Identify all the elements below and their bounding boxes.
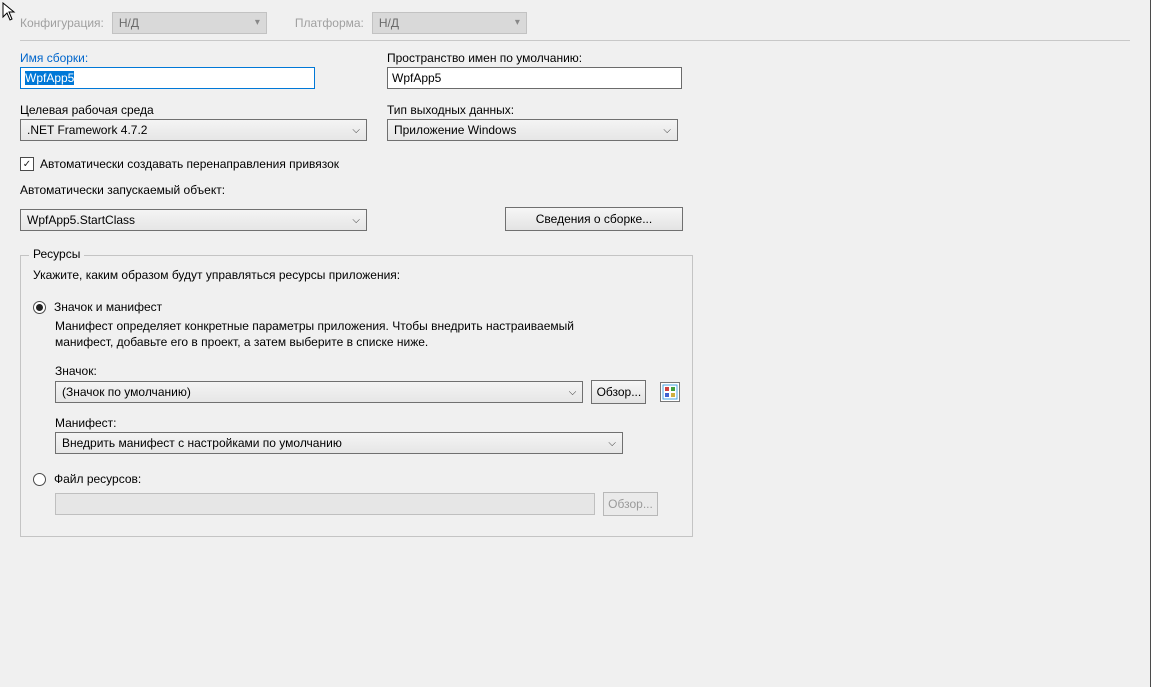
icon-preview bbox=[660, 382, 680, 402]
resource-file-input bbox=[55, 493, 595, 515]
auto-binding-redirects-checkbox[interactable]: ✓ bbox=[20, 157, 34, 171]
icon-manifest-radio[interactable] bbox=[33, 301, 46, 314]
startup-object-label: Автоматически запускаемый объект: bbox=[20, 183, 1130, 197]
chevron-down-icon: ⌵ bbox=[352, 215, 360, 226]
manifest-value: Внедрить манифест с настройками по умолч… bbox=[62, 436, 342, 450]
icon-select[interactable]: (Значок по умолчанию) ⌵ bbox=[55, 381, 583, 403]
assembly-name-label: Имя сборки: bbox=[20, 51, 365, 65]
startup-object-select[interactable]: WpfApp5.StartClass ⌵ bbox=[20, 209, 367, 231]
chevron-down-icon: ⌵ bbox=[352, 125, 360, 136]
app-icon bbox=[662, 384, 678, 400]
chevron-down-icon: ⌵ bbox=[663, 125, 671, 136]
assembly-name-value: WpfApp5 bbox=[25, 71, 74, 85]
assembly-info-button[interactable]: Сведения о сборке... bbox=[505, 207, 683, 231]
icon-manifest-description: Манифест определяет конкретные параметры… bbox=[55, 318, 595, 350]
configuration-select[interactable]: Н/Д ▾ bbox=[112, 12, 267, 34]
default-namespace-value: WpfApp5 bbox=[392, 71, 441, 85]
resource-file-radio[interactable] bbox=[33, 473, 46, 486]
configuration-value: Н/Д bbox=[119, 16, 139, 30]
output-type-value: Приложение Windows bbox=[394, 123, 516, 137]
manifest-label: Манифест: bbox=[55, 416, 680, 430]
chevron-down-icon: ▾ bbox=[255, 18, 260, 28]
target-framework-select[interactable]: .NET Framework 4.7.2 ⌵ bbox=[20, 119, 367, 141]
icon-browse-button[interactable]: Обзор... bbox=[591, 380, 646, 404]
resources-fieldset: Ресурсы Укажите, каким образом будут упр… bbox=[20, 255, 693, 537]
target-framework-label: Целевая рабочая среда bbox=[20, 103, 365, 117]
assembly-name-input[interactable]: WpfApp5 bbox=[20, 67, 315, 89]
icon-value: (Значок по умолчанию) bbox=[62, 385, 191, 399]
target-framework-value: .NET Framework 4.7.2 bbox=[27, 123, 147, 137]
divider bbox=[20, 40, 1130, 41]
platform-label: Платформа: bbox=[295, 16, 364, 30]
chevron-down-icon: ⌵ bbox=[608, 438, 616, 449]
icon-manifest-radio-label: Значок и манифест bbox=[54, 300, 162, 314]
output-type-label: Тип выходных данных: bbox=[387, 103, 697, 117]
output-type-select[interactable]: Приложение Windows ⌵ bbox=[387, 119, 678, 141]
default-namespace-label: Пространство имен по умолчанию: bbox=[387, 51, 697, 65]
auto-binding-redirects-label: Автоматически создавать перенаправления … bbox=[40, 157, 339, 171]
platform-select[interactable]: Н/Д ▾ bbox=[372, 12, 527, 34]
chevron-down-icon: ⌵ bbox=[569, 387, 577, 398]
config-platform-row: Конфигурация: Н/Д ▾ Платформа: Н/Д ▾ bbox=[20, 12, 1130, 34]
icon-label: Значок: bbox=[55, 364, 680, 378]
resource-file-browse-button: Обзор... bbox=[603, 492, 658, 516]
resources-legend: Ресурсы bbox=[29, 247, 84, 261]
configuration-label: Конфигурация: bbox=[20, 16, 104, 30]
resources-intro: Укажите, каким образом будут управляться… bbox=[33, 268, 680, 282]
chevron-down-icon: ▾ bbox=[515, 18, 520, 28]
manifest-select[interactable]: Внедрить манифест с настройками по умолч… bbox=[55, 432, 623, 454]
platform-value: Н/Д bbox=[379, 16, 399, 30]
resource-file-radio-label: Файл ресурсов: bbox=[54, 472, 141, 486]
default-namespace-input[interactable]: WpfApp5 bbox=[387, 67, 682, 89]
startup-object-value: WpfApp5.StartClass bbox=[27, 213, 135, 227]
